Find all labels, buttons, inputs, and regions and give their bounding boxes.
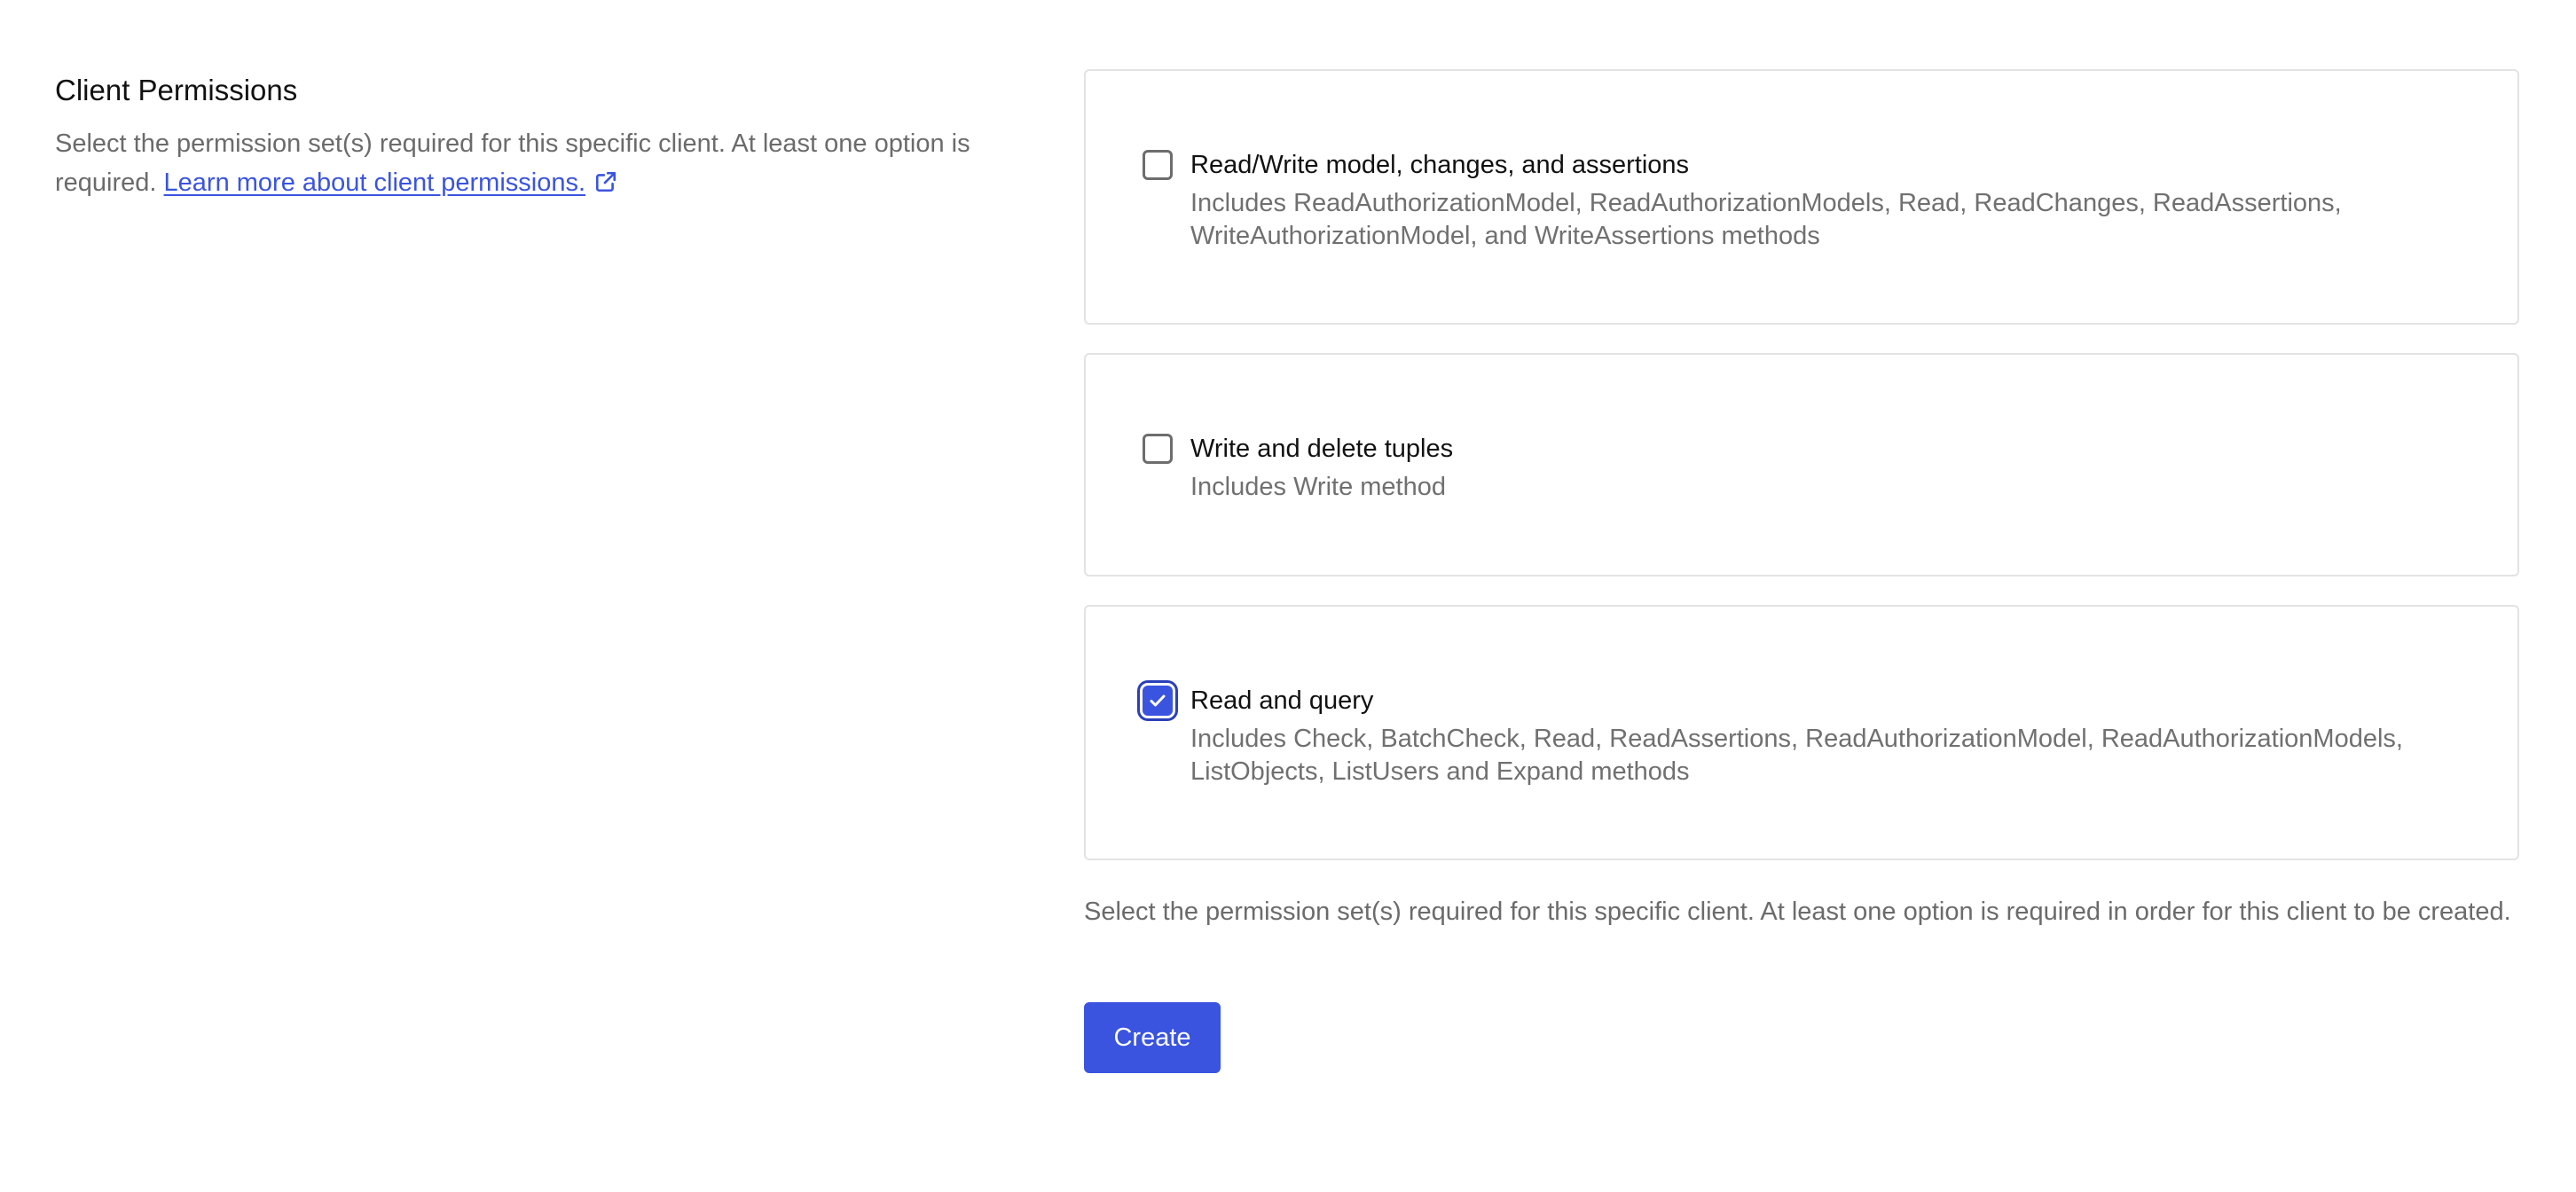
option-description: Includes ReadAuthorizationModel, ReadAut…	[1190, 189, 2342, 250]
option-title: Read/Write model, changes, and assertion…	[1190, 151, 1690, 179]
read-write-model-checkbox[interactable]	[1143, 150, 1173, 180]
option-text: Write and delete tuples Includes Write m…	[1190, 430, 2464, 504]
option-description: Includes Write method	[1190, 473, 1446, 501]
write-delete-tuples-checkbox[interactable]	[1143, 434, 1173, 464]
permission-option: Read and query Includes Check, BatchChec…	[1143, 682, 2464, 788]
external-link-icon[interactable]	[594, 166, 617, 192]
create-button[interactable]: Create	[1084, 1002, 1221, 1073]
section-title: Client Permissions	[55, 74, 298, 106]
option-text: Read/Write model, changes, and assertion…	[1190, 146, 2464, 253]
read-query-checkbox[interactable]	[1143, 686, 1173, 716]
option-title: Write and delete tuples	[1190, 435, 1454, 463]
helper-text: Select the permission set(s) required fo…	[1084, 898, 2511, 926]
permission-card-write-delete-tuples[interactable]: Write and delete tuples Includes Write m…	[1084, 353, 2519, 576]
permission-option: Write and delete tuples Includes Write m…	[1143, 430, 2464, 504]
learn-more-link[interactable]: Learn more about client permissions.	[164, 169, 586, 197]
check-icon	[1150, 694, 1166, 707]
learn-more-link-text[interactable]: Learn more about client permissions.	[164, 169, 586, 197]
permission-option: Read/Write model, changes, and assertion…	[1143, 146, 2464, 253]
permission-card-read-write-model[interactable]: Read/Write model, changes, and assertion…	[1084, 69, 2519, 325]
option-title: Read and query	[1190, 686, 1374, 715]
permission-card-read-query[interactable]: Read and query Includes Check, BatchChec…	[1084, 605, 2519, 860]
option-text: Read and query Includes Check, BatchChec…	[1190, 682, 2464, 788]
section-description: Select the permission set(s) required fo…	[55, 124, 1040, 202]
permissions-header: Client Permissions Select the permission…	[55, 69, 1040, 202]
option-description: Includes Check, BatchCheck, Read, ReadAs…	[1190, 725, 2403, 786]
permissions-form: Read/Write model, changes, and assertion…	[1084, 69, 2519, 1073]
